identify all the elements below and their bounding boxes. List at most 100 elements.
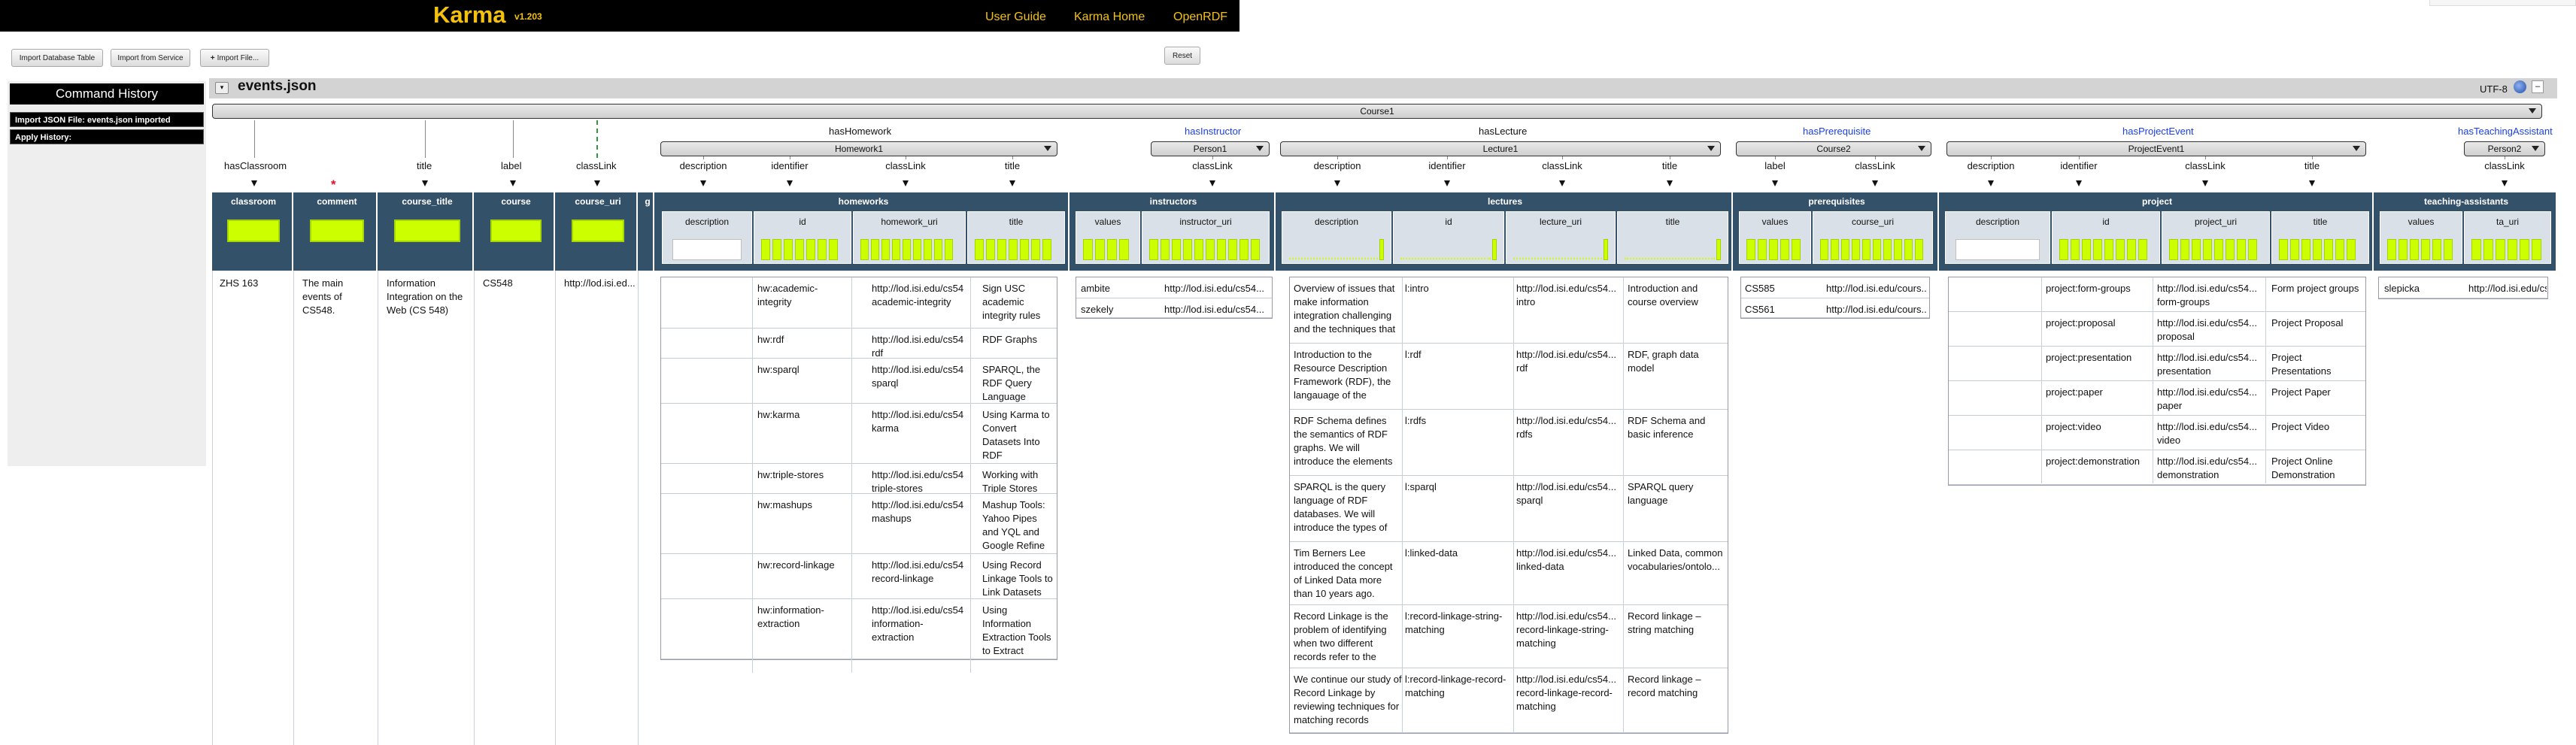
class-node-course2[interactable]: Course2: [1736, 141, 1931, 156]
karma-home-link[interactable]: Karma Home: [1074, 11, 1145, 24]
histogram-bar: [1172, 239, 1181, 260]
property-label[interactable]: label: [501, 160, 521, 171]
semantic-type-label[interactable]: label: [1745, 160, 1805, 171]
column-divider: [1513, 277, 1514, 733]
histogram-bar: [2410, 239, 2419, 260]
semantic-type-label[interactable]: title: [982, 160, 1042, 171]
nested-cell: CS585: [1745, 283, 1775, 294]
import-from-service-button[interactable]: Import from Service: [111, 49, 190, 67]
column-group-label[interactable]: lectures: [1277, 196, 1733, 207]
nested-cell: http://lod.isi.edu/cs54... karma: [872, 409, 963, 434]
semantic-type-label[interactable]: title: [1640, 160, 1700, 171]
histogram-bar: [860, 239, 869, 260]
nested-cell: SPARQL, the RDF Query Language: [982, 364, 1041, 402]
column-group-label[interactable]: teaching-assistants: [2375, 196, 2557, 207]
histogram-bar: [1239, 239, 1249, 260]
nested-cell: http://lod.isi.edu/cs54... rdf: [1516, 349, 1616, 374]
arrow-down-icon: [1334, 180, 1340, 186]
class-node-label: Person1: [1193, 144, 1227, 154]
histogram-bar: [945, 239, 953, 260]
reset-button[interactable]: Reset: [1164, 47, 1200, 65]
nested-cell: CS561: [1745, 304, 1775, 315]
nested-cell: Form project groups: [2271, 283, 2359, 294]
histogram-bar: [1161, 239, 1170, 260]
link-line: [2205, 156, 2206, 159]
semantic-type-label[interactable]: identifier: [760, 160, 820, 171]
column-header-label[interactable]: course_title: [381, 196, 474, 207]
class-node-projectevent1[interactable]: ProjectEvent1: [1946, 141, 2366, 156]
column-header-label[interactable]: course: [477, 196, 555, 207]
column-group-label[interactable]: homeworks: [657, 196, 1070, 207]
column-header-label[interactable]: g: [641, 196, 654, 207]
semantic-type-label[interactable]: identifier: [1417, 160, 1477, 171]
semantic-type-label[interactable]: classLink: [2175, 160, 2235, 171]
histogram-bar: [2082, 239, 2091, 260]
nested-cell: project:form-groups: [2046, 283, 2131, 294]
class-node-homework1[interactable]: Homework1: [660, 141, 1057, 156]
histogram-bar: [881, 239, 890, 260]
semantic-type-label[interactable]: description: [673, 160, 733, 171]
encoding-label[interactable]: UTF-8: [2480, 83, 2508, 95]
property-label[interactable]: hasLecture: [1479, 126, 1527, 137]
histogram-bar: [1020, 239, 1029, 260]
semantic-type-label[interactable]: classLink: [875, 160, 936, 171]
histogram-bar: [2313, 239, 2322, 260]
class-node-course1[interactable]: Course1: [212, 104, 2542, 119]
semantic-type-label[interactable]: title: [2282, 160, 2342, 171]
sub-column-header[interactable]: description: [1282, 211, 1391, 264]
column-group-label[interactable]: prerequisites: [1734, 196, 1939, 207]
property-label[interactable]: hasTeachingAssistant: [2458, 126, 2553, 137]
close-worksheet-icon[interactable]: –: [2532, 80, 2544, 93]
histogram-bar: [1873, 239, 1881, 260]
histogram-bar: [1862, 239, 1871, 260]
column-header-label[interactable]: course_uri: [558, 196, 638, 207]
command-history-item[interactable]: Apply History:: [10, 129, 204, 144]
class-node-lecture1[interactable]: Lecture1: [1280, 141, 1721, 156]
property-label[interactable]: hasPrerequisite: [1803, 126, 1871, 137]
nested-cell: SPARQL query language: [1628, 481, 1694, 506]
link-line: [1875, 156, 1876, 159]
sub-column-header[interactable]: lecture_uri: [1506, 211, 1616, 264]
semantic-type-label[interactable]: classLink: [1845, 160, 1905, 171]
class-node-person1[interactable]: Person1: [1151, 141, 1270, 156]
sub-column-header[interactable]: title: [1617, 211, 1728, 264]
semantic-type-label[interactable]: description: [1961, 160, 2021, 171]
link-line: [2312, 156, 2313, 159]
column-header-label[interactable]: comment: [296, 196, 378, 207]
arrow-down-icon: [510, 180, 516, 186]
semantic-type-label[interactable]: classLink: [1532, 160, 1592, 171]
command-history-item[interactable]: Import JSON File: events.json imported: [10, 112, 204, 127]
property-label[interactable]: title: [417, 160, 432, 171]
histogram-bar: [1769, 239, 1778, 260]
property-label[interactable]: hasHomework: [829, 126, 891, 137]
histogram-bar: [227, 220, 280, 242]
nested-cell: project:presentation: [2046, 352, 2132, 363]
required-marker: *: [331, 177, 336, 192]
semantic-type-label[interactable]: classLink: [2474, 160, 2535, 171]
import-database-table-button[interactable]: Import Database Table: [11, 49, 103, 67]
arrow-down-icon: [1772, 180, 1778, 186]
link-line: [513, 120, 514, 158]
column-header-label[interactable]: classroom: [214, 196, 293, 207]
link-line: [1562, 156, 1563, 159]
openrdf-link[interactable]: OpenRDF: [1173, 11, 1227, 24]
nested-cell: project:paper: [2046, 386, 2103, 398]
histogram-bar: [913, 239, 921, 260]
class-node-person2[interactable]: Person2: [2464, 141, 2545, 156]
collapse-worksheet-icon[interactable]: ▾: [215, 82, 229, 94]
globe-icon[interactable]: [2514, 80, 2526, 93]
semantic-type-label[interactable]: identifier: [2049, 160, 2109, 171]
property-label[interactable]: hasClassroom: [224, 160, 287, 171]
column-group-label[interactable]: project: [1940, 196, 2374, 207]
sub-column-header[interactable]: id: [1393, 211, 1504, 264]
semantic-type-label[interactable]: classLink: [1182, 160, 1242, 171]
user-guide-link[interactable]: User Guide: [985, 11, 1046, 24]
property-label[interactable]: hasInstructor: [1185, 126, 1241, 137]
column-group-label[interactable]: instructors: [1071, 196, 1276, 207]
property-label[interactable]: hasProjectEvent: [2122, 126, 2194, 137]
histogram-bar: [761, 239, 770, 260]
semantic-type-label[interactable]: description: [1307, 160, 1367, 171]
property-label[interactable]: classLink: [576, 160, 616, 171]
histogram-bar: [1183, 239, 1192, 260]
import-file-button[interactable]: + Import File...: [200, 49, 269, 67]
